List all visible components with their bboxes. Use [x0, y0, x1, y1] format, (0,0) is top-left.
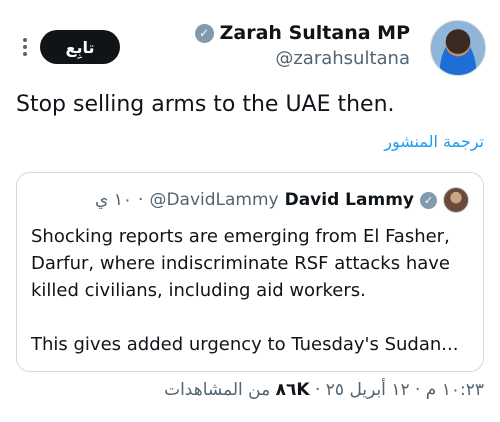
quoted-tweet-card[interactable]: ١٠ ي · @DavidLammy David Lammy ✓ Shockin… [16, 172, 484, 372]
quoted-time: ١٠ ي [95, 190, 133, 210]
tweet-meta: ١٠:٢٣ م · ١٢ أبريل ٢٥ · ٨٦K من المشاهدات [164, 380, 484, 400]
views-count: ٨٦K [275, 380, 310, 400]
post-date[interactable]: ١٢ أبريل ٢٥ [326, 380, 410, 400]
quoted-author-avatar [443, 187, 469, 213]
quoted-handle: @DavidLammy [149, 190, 279, 210]
translate-post-link[interactable]: ترجمة المنشور [384, 132, 484, 151]
post-time[interactable]: ١٠:٢٣ م [426, 380, 484, 400]
quoted-separator: · [138, 190, 144, 210]
quoted-verified-badge-icon: ✓ [420, 191, 437, 209]
author-avatar[interactable] [430, 20, 486, 76]
quoted-paragraph-2: This gives added urgency to Tuesday's Su… [31, 334, 459, 355]
author-handle[interactable]: @zarahsultana [195, 48, 410, 69]
meta-separator-2: · [314, 380, 321, 400]
verified-badge-icon: ✓ [194, 23, 214, 43]
quoted-tweet-header: ١٠ ي · @DavidLammy David Lammy ✓ [95, 187, 469, 213]
views-label: من المشاهدات [164, 380, 271, 400]
tweet-text: Stop selling arms to the UAE then. [16, 92, 395, 117]
quoted-paragraph-1: Shocking reports are emerging from El Fa… [31, 226, 450, 301]
author-name[interactable]: Zarah Sultana MP [220, 22, 410, 44]
quoted-author-name: David Lammy [284, 190, 414, 210]
follow-button[interactable]: تابِع [40, 30, 120, 64]
tweet-header: تابِع ✓ Zarah Sultana MP @zarahsultana [0, 14, 500, 84]
quoted-tweet-body: Shocking reports are emerging from El Fa… [31, 223, 471, 358]
meta-separator-1: · [414, 380, 421, 400]
author-info[interactable]: ✓ Zarah Sultana MP @zarahsultana [194, 22, 410, 69]
more-options-icon[interactable] [20, 36, 30, 58]
